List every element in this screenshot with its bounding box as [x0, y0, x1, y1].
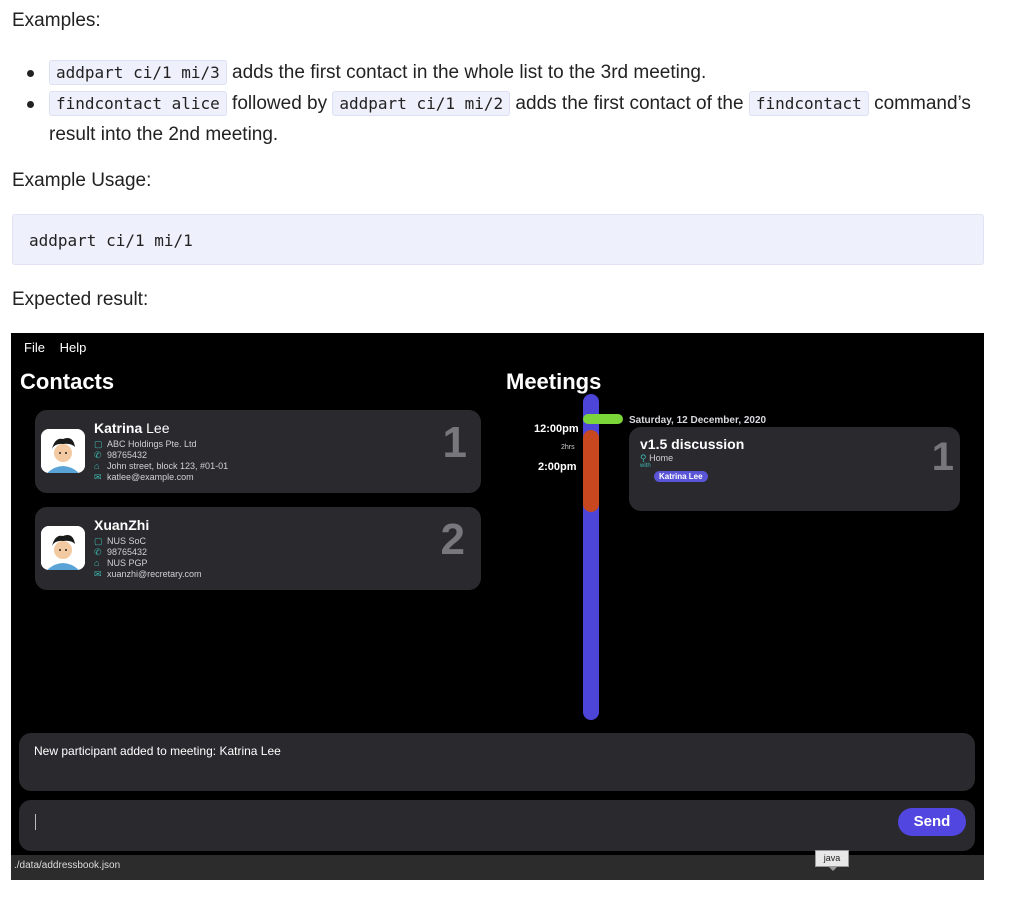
- contact-phone: 98765432: [107, 547, 148, 557]
- inline-code: addpart ci/1 mi/2: [332, 91, 511, 116]
- contact-address: NUS PGP: [107, 558, 148, 568]
- meetings-title: Meetings: [506, 369, 602, 394]
- avatar: [41, 526, 85, 570]
- meeting-title: v1.5 discussion: [640, 436, 745, 452]
- menu-help[interactable]: Help: [60, 340, 87, 355]
- duration-label: 2hrs: [561, 444, 575, 451]
- result-display: New participant added to meeting: Katrin…: [19, 733, 975, 791]
- menu-bar: File Help: [24, 340, 97, 355]
- contact-card[interactable]: Katrina Lee ▢ ABC Holdings Pte. Ltd ✆ 9876…: [35, 410, 481, 493]
- meeting-card[interactable]: v1.5 discussion ⚲ Home with Katrina Lee …: [629, 427, 960, 511]
- contact-name: XuanZhi: [94, 517, 149, 533]
- meeting-location-text: Home: [649, 453, 674, 463]
- home-icon: ⌂: [94, 558, 100, 568]
- contact-email: xuanzhi@recretary.com: [107, 569, 202, 579]
- with-label: with: [640, 463, 651, 469]
- inline-code: findcontact alice: [49, 91, 227, 116]
- contact-last-name: Lee: [142, 420, 170, 436]
- tooltip: java: [815, 850, 849, 871]
- contact-company: ABC Holdings Pte. Ltd: [107, 439, 197, 449]
- app-screenshot: File Help Contacts Meetings Katrina Lee …: [11, 333, 984, 880]
- list-item-text: adds the first contact in the whole list…: [226, 62, 707, 83]
- date-header: Saturday, 12 December, 2020: [629, 415, 767, 426]
- contact-info: ▢ ABC Holdings Pte. Ltd ✆ 98765432 ⌂ John s…: [94, 439, 228, 483]
- contact-phone: 98765432: [107, 450, 148, 460]
- menu-file[interactable]: File: [24, 340, 45, 355]
- meeting-time-block[interactable]: [583, 430, 599, 512]
- usage-heading: Example Usage:: [12, 170, 152, 191]
- date-marker: [583, 414, 623, 424]
- examples-heading: Examples:: [12, 10, 101, 31]
- briefcase-icon: ▢: [94, 536, 103, 546]
- contact-email: katlee@example.com: [107, 472, 194, 482]
- mail-icon: ✉: [94, 472, 102, 482]
- contact-index: 2: [440, 515, 465, 564]
- end-time: 2:00pm: [538, 461, 577, 473]
- contact-name: Katrina Lee: [94, 420, 169, 436]
- list-item: findcontact alice followed by addpart ci…: [12, 88, 984, 150]
- code-block: addpart ci/1 mi/1: [12, 214, 984, 265]
- contact-company: NUS SoC: [107, 536, 147, 546]
- contact-info: ▢ NUS SoC ✆ 98765432 ⌂ NUS PGP ✉ xuanzhi@rec…: [94, 536, 202, 580]
- participant-list: Katrina Lee: [654, 466, 708, 484]
- contact-address: John street, block 123, #01-01: [107, 461, 229, 471]
- contacts-title: Contacts: [20, 369, 115, 394]
- briefcase-icon: ▢: [94, 439, 103, 449]
- contact-index: 1: [442, 418, 467, 467]
- phone-icon: ✆: [94, 450, 102, 460]
- contact-first-name: XuanZhi: [94, 517, 150, 533]
- list-item: addpart ci/1 mi/3 adds the first contact…: [12, 57, 984, 88]
- avatar-illustration-icon: [41, 429, 85, 473]
- result-heading: Expected result:: [12, 289, 149, 310]
- send-button[interactable]: Send: [898, 808, 966, 836]
- contact-card[interactable]: XuanZhi ▢ NUS SoC ✆ 98765432 ⌂ NUS PGP ✉ xua…: [35, 507, 481, 590]
- meeting-index: 1: [931, 435, 954, 479]
- contact-first-name: Katrina: [94, 420, 143, 436]
- text-caret: [35, 814, 36, 830]
- inline-code: findcontact: [748, 91, 869, 116]
- examples-list: addpart ci/1 mi/3 adds the first contact…: [12, 57, 984, 150]
- phone-icon: ✆: [94, 547, 102, 557]
- location-pin-icon: ⚲: [640, 453, 647, 463]
- participant-pill[interactable]: Katrina Lee: [654, 471, 708, 482]
- mail-icon: ✉: [94, 569, 102, 579]
- list-item-text: adds the first contact of the: [510, 93, 749, 114]
- start-time: 12:00pm: [534, 423, 579, 435]
- avatar: [41, 429, 85, 473]
- inline-code: addpart ci/1 mi/3: [49, 60, 227, 85]
- avatar-illustration-icon: [41, 526, 85, 570]
- home-icon: ⌂: [94, 461, 100, 471]
- list-item-text: followed by: [226, 93, 333, 114]
- command-box[interactable]: Send: [19, 800, 975, 851]
